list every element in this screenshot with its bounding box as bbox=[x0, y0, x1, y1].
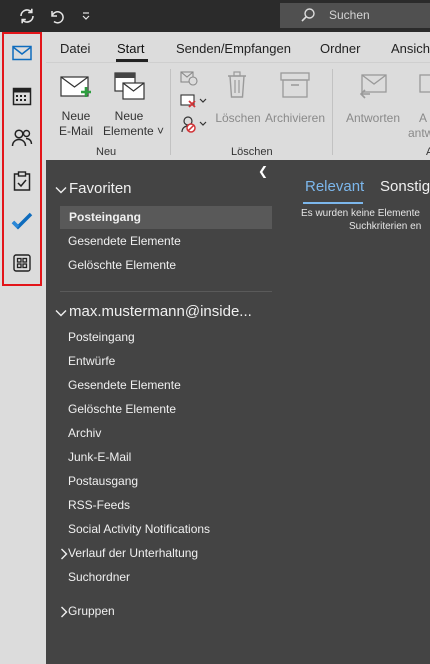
undo-icon[interactable] bbox=[46, 6, 66, 26]
favorites-header-label: Favoriten bbox=[69, 180, 132, 197]
favorites-item-inbox[interactable]: Posteingang bbox=[60, 206, 272, 229]
archive-button[interactable]: Archivieren bbox=[264, 69, 326, 129]
reply-all-button[interactable]: A antw bbox=[406, 69, 430, 139]
search-icon bbox=[301, 8, 315, 22]
title-bar: Suchen bbox=[0, 0, 430, 32]
reply-label: Antworten bbox=[345, 111, 401, 125]
folder-rss[interactable]: RSS-Feeds bbox=[68, 498, 130, 512]
ribbon-tab-bar: Datei Start Senden/Empfangen Ordner Ansi… bbox=[46, 32, 430, 62]
group-separator bbox=[332, 69, 333, 155]
account-header[interactable]: max.mustermann@inside... bbox=[54, 303, 274, 323]
new-items-icon bbox=[114, 72, 145, 100]
tab-relevant[interactable]: Relevant bbox=[305, 178, 364, 195]
tab-start[interactable]: Start bbox=[117, 41, 144, 56]
folder-social-notifications[interactable]: Social Activity Notifications bbox=[68, 522, 210, 536]
trash-icon bbox=[228, 71, 246, 98]
cleanup-icon[interactable] bbox=[180, 93, 208, 109]
relevant-tab-underline bbox=[303, 202, 363, 204]
tab-other[interactable]: Sonstige bbox=[380, 178, 430, 195]
account-header-label: max.mustermann@inside... bbox=[69, 303, 252, 320]
group-label-new: Neu bbox=[96, 146, 117, 158]
new-items-label-2: Elemente ˅ bbox=[103, 124, 165, 138]
folder-conversation-history[interactable]: Verlauf der Unterhaltung bbox=[58, 546, 268, 562]
delete-label: Löschen bbox=[215, 111, 261, 125]
folder-archive[interactable]: Archiv bbox=[68, 426, 101, 440]
search-placeholder: Suchen bbox=[329, 8, 370, 22]
new-email-icon bbox=[60, 76, 91, 97]
favorites-item-sent[interactable]: Gesendete Elemente bbox=[68, 234, 181, 248]
groups-header-label: Gruppen bbox=[68, 604, 115, 618]
chevron-down-icon bbox=[55, 187, 67, 194]
tab-view[interactable]: Ansicht bbox=[391, 41, 430, 56]
delete-button[interactable]: Löschen bbox=[215, 69, 261, 129]
archive-label: Archivieren bbox=[264, 111, 326, 125]
ignore-icon[interactable] bbox=[180, 70, 198, 86]
folder-outbox[interactable]: Postausgang bbox=[68, 474, 138, 488]
favorites-item-deleted[interactable]: Gelöschte Elemente bbox=[68, 258, 176, 272]
new-items-button[interactable]: Neue Elemente ˅ bbox=[103, 69, 166, 139]
reply-icon bbox=[359, 74, 387, 99]
new-email-button[interactable]: Neue E-Mail bbox=[54, 69, 98, 139]
folder-search-folders[interactable]: Suchordner bbox=[68, 570, 130, 584]
search-box[interactable]: Suchen bbox=[280, 3, 430, 28]
reply-button[interactable]: Antworten bbox=[342, 69, 404, 129]
ribbon-body: Neue E-Mail Neue Elemente ˅ Neu Löschen bbox=[46, 62, 430, 160]
tab-send-receive[interactable]: Senden/Empfangen bbox=[176, 41, 291, 56]
annotation-highlight-box bbox=[2, 32, 42, 286]
folder-pane: ❮ Favoriten Posteingang Gesendete Elemen… bbox=[46, 160, 278, 664]
sync-icon[interactable] bbox=[17, 6, 37, 26]
reply-all-icon bbox=[419, 74, 430, 93]
tab-folder[interactable]: Ordner bbox=[320, 41, 360, 56]
favorites-header[interactable]: Favoriten bbox=[54, 180, 274, 200]
new-email-label-1: Neue bbox=[61, 109, 91, 123]
new-items-label-1: Neue bbox=[114, 109, 144, 123]
archive-icon bbox=[280, 72, 310, 98]
new-email-label-2: E-Mail bbox=[58, 124, 93, 138]
folder-conversation-history-label: Verlauf der Unterhaltung bbox=[68, 546, 199, 560]
folder-deleted[interactable]: Gelöschte Elemente bbox=[68, 402, 176, 416]
tab-file[interactable]: Datei bbox=[60, 41, 90, 56]
folder-drafts[interactable]: Entwürfe bbox=[68, 354, 115, 368]
divider bbox=[60, 291, 272, 292]
folder-sent[interactable]: Gesendete Elemente bbox=[68, 378, 181, 392]
folder-junk[interactable]: Junk-E-Mail bbox=[68, 450, 131, 464]
groups-header[interactable]: Gruppen bbox=[58, 604, 268, 620]
junk-icon[interactable] bbox=[180, 115, 208, 133]
empty-message-line-1: Es wurden keine Elemente bbox=[301, 208, 420, 219]
reply-all-label-1: A bbox=[419, 111, 428, 125]
group-label-respond: A bbox=[426, 146, 430, 158]
message-list-pane: Relevant Sonstige Es wurden keine Elemen… bbox=[278, 160, 430, 664]
outlook-window: Suchen Datei Start Senden/Empfangen Ordn… bbox=[0, 0, 430, 664]
group-label-delete: Löschen bbox=[231, 146, 273, 158]
quick-access-dropdown-icon[interactable] bbox=[76, 6, 96, 26]
chevron-down-icon bbox=[55, 310, 67, 317]
reply-all-label-2: antw bbox=[408, 126, 430, 139]
group-separator bbox=[170, 69, 171, 155]
collapse-pane-icon[interactable]: ❮ bbox=[258, 164, 268, 178]
folder-inbox[interactable]: Posteingang bbox=[68, 330, 135, 344]
empty-message-line-2: Suchkriterien en bbox=[349, 221, 422, 232]
